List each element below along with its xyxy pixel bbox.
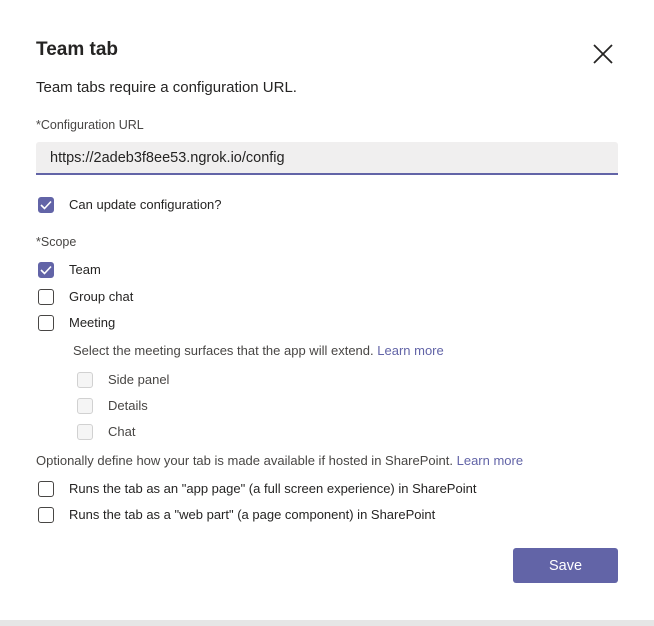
scope-team-label: Team <box>69 262 101 277</box>
checkmark-icon <box>40 200 52 210</box>
surface-chat-checkbox[interactable] <box>77 424 93 440</box>
scope-meeting-label: Meeting <box>69 315 116 330</box>
dialog-subtitle: Team tabs require a configuration URL. <box>36 79 297 96</box>
sharepoint-app-page-checkbox[interactable] <box>38 481 54 497</box>
surface-side-panel-label: Side panel <box>108 372 170 387</box>
surface-option-side-panel[interactable]: Side panel <box>77 371 169 389</box>
close-button[interactable] <box>590 41 616 67</box>
dialog-bottom-edge <box>0 620 654 626</box>
surface-chat-label: Chat <box>108 424 136 439</box>
configuration-url-label: *Configuration URL <box>36 118 144 132</box>
can-update-configuration-label: Can update configuration? <box>69 197 222 212</box>
can-update-configuration-checkbox[interactable] <box>38 197 54 213</box>
checkmark-icon <box>40 265 52 275</box>
sharepoint-option-web-part[interactable]: Runs the tab as a "web part" (a page com… <box>38 506 435 524</box>
scope-group-chat-checkbox[interactable] <box>38 289 54 305</box>
meeting-surfaces-text: Select the meeting surfaces that the app… <box>73 343 374 358</box>
surface-details-label: Details <box>108 398 148 413</box>
surface-option-chat[interactable]: Chat <box>77 423 135 441</box>
surface-option-details[interactable]: Details <box>77 397 148 415</box>
scope-label: *Scope <box>36 235 77 249</box>
scope-group-chat-label: Group chat <box>69 289 134 304</box>
sharepoint-learn-more-link[interactable]: Learn more <box>457 453 523 468</box>
scope-option-group-chat[interactable]: Group chat <box>38 288 133 306</box>
sharepoint-app-page-label: Runs the tab as an "app page" (a full sc… <box>69 481 477 496</box>
configuration-url-input[interactable] <box>36 142 618 175</box>
scope-meeting-checkbox[interactable] <box>38 315 54 331</box>
sharepoint-info-text: Optionally define how your tab is made a… <box>36 453 453 468</box>
scope-team-checkbox[interactable] <box>38 262 54 278</box>
scope-option-team[interactable]: Team <box>38 261 101 279</box>
meeting-surfaces-info: Select the meeting surfaces that the app… <box>73 343 444 359</box>
team-tab-dialog: Team tab Team tabs require a configurati… <box>0 0 654 620</box>
can-update-configuration-row[interactable]: Can update configuration? <box>38 196 222 214</box>
dialog-title: Team tab <box>36 39 119 60</box>
sharepoint-web-part-label: Runs the tab as a "web part" (a page com… <box>69 507 436 522</box>
sharepoint-web-part-checkbox[interactable] <box>38 507 54 523</box>
surface-details-checkbox[interactable] <box>77 398 93 414</box>
save-button[interactable]: Save <box>513 548 618 583</box>
sharepoint-option-app-page[interactable]: Runs the tab as an "app page" (a full sc… <box>38 480 476 498</box>
meeting-learn-more-link[interactable]: Learn more <box>377 343 443 358</box>
sharepoint-info: Optionally define how your tab is made a… <box>36 453 523 469</box>
scope-option-meeting[interactable]: Meeting <box>38 314 115 332</box>
close-icon <box>593 44 613 64</box>
surface-side-panel-checkbox[interactable] <box>77 372 93 388</box>
